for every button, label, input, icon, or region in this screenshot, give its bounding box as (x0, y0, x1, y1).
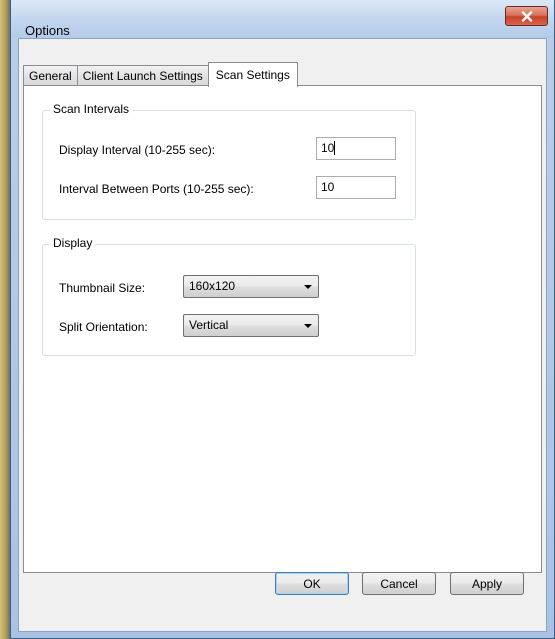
thumbnail-size-select[interactable]: 160x120 (183, 275, 319, 298)
cancel-button[interactable]: Cancel (362, 572, 436, 595)
display-group: Display Thumbnail Size: 160x120 Split Or… (42, 236, 416, 356)
display-interval-input[interactable]: 10 (316, 137, 396, 160)
scan-settings-panel: Scan Intervals Display Interval (10-255 … (23, 85, 542, 573)
close-button[interactable] (505, 6, 548, 26)
scan-intervals-title: Scan Intervals (50, 102, 133, 116)
tab-general[interactable]: General (23, 65, 78, 86)
text-caret (334, 141, 336, 155)
scan-intervals-group: Scan Intervals Display Interval (10-255 … (42, 102, 416, 220)
split-orientation-label: Split Orientation: (59, 320, 148, 334)
tab-scan-settings[interactable]: Scan Settings (207, 62, 298, 87)
display-interval-label: Display Interval (10-255 sec): (59, 143, 216, 157)
split-orientation-value: Vertical (189, 318, 229, 332)
ports-interval-label: Interval Between Ports (10-255 sec): (59, 182, 254, 196)
options-dialog: Options General Client Launch Settings S… (10, 0, 555, 639)
thumbnail-size-label: Thumbnail Size: (59, 281, 146, 295)
title-bar[interactable]: Options (11, 0, 554, 38)
apply-button[interactable]: Apply (450, 572, 524, 595)
tab-strip: General Client Launch Settings Scan Sett… (23, 60, 298, 87)
display-title: Display (50, 236, 96, 250)
tab-client-launch-settings[interactable]: Client Launch Settings (76, 65, 209, 86)
split-orientation-select[interactable]: Vertical (183, 314, 319, 337)
thumbnail-size-value: 160x120 (189, 279, 236, 293)
ports-interval-input[interactable]: 10 (316, 176, 396, 199)
ok-button[interactable]: OK (275, 572, 349, 595)
dialog-client-area: General Client Launch Settings Scan Sett… (18, 38, 547, 632)
window-title: Options (25, 23, 70, 38)
ports-interval-value: 10 (321, 180, 335, 194)
chevron-down-icon (304, 324, 312, 328)
close-icon (521, 10, 533, 22)
display-interval-value: 10 (321, 141, 335, 155)
chevron-down-icon (304, 285, 312, 289)
